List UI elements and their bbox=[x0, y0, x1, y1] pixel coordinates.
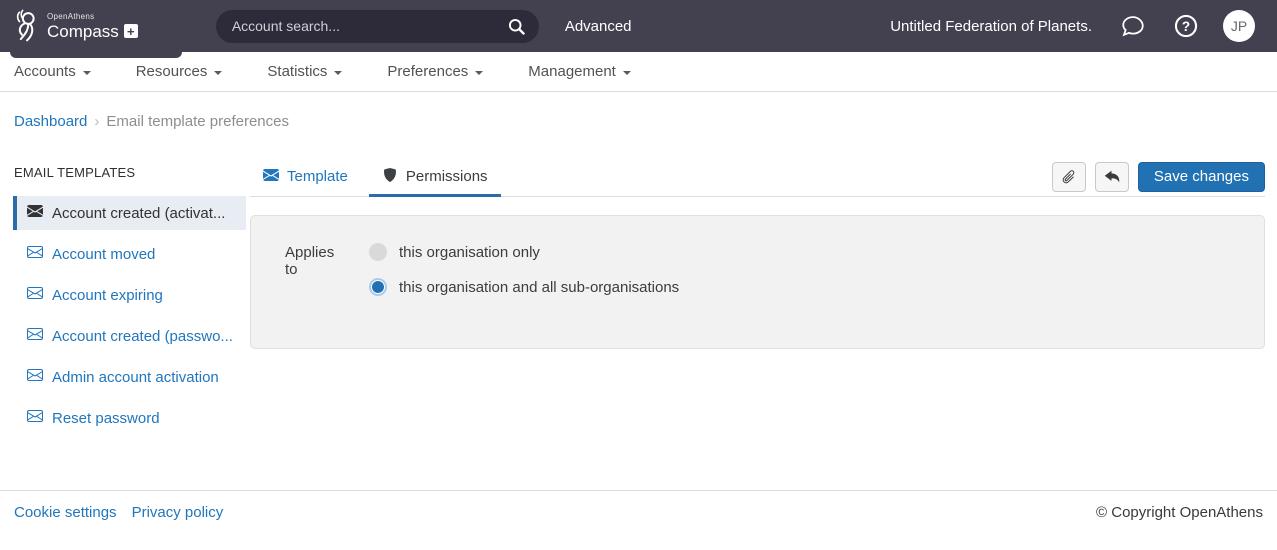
chevron-down-icon bbox=[334, 71, 342, 75]
menu-management-label: Management bbox=[528, 63, 616, 80]
option-organisation-and-sub-organisations[interactable]: this organisation and all sub-organisati… bbox=[369, 278, 679, 296]
sidebar-item-label: Account created (passwo... bbox=[52, 328, 233, 345]
envelope-icon bbox=[27, 244, 43, 264]
tab-permissions-label: Permissions bbox=[406, 168, 488, 185]
privacy-policy-link[interactable]: Privacy policy bbox=[132, 504, 224, 521]
tab-permissions[interactable]: Permissions bbox=[369, 157, 501, 196]
sidebar-item-reset-password[interactable]: Reset password bbox=[13, 401, 246, 435]
chevron-down-icon bbox=[214, 71, 222, 75]
feedback-chat-button[interactable] bbox=[1121, 14, 1145, 38]
account-search-input[interactable] bbox=[230, 17, 508, 35]
user-avatar[interactable]: JP bbox=[1223, 10, 1255, 42]
page-content: Dashboard › Email template preferences E… bbox=[0, 92, 1277, 490]
sidebar-item-account-created-password[interactable]: Account created (passwo... bbox=[13, 319, 246, 353]
undo-arrow-icon bbox=[1104, 169, 1120, 185]
breadcrumb-dashboard-link[interactable]: Dashboard bbox=[14, 113, 87, 130]
attachment-button[interactable] bbox=[1052, 162, 1086, 192]
sidebar-item-label: Admin account activation bbox=[52, 369, 219, 386]
navbar-right: Untitled Federation of Planets. ? JP bbox=[890, 10, 1277, 42]
page-footer: Cookie settings Privacy policy © Copyrig… bbox=[0, 490, 1277, 550]
advanced-search-link[interactable]: Advanced bbox=[565, 18, 632, 35]
sidebar-item-account-expiring[interactable]: Account expiring bbox=[13, 278, 246, 312]
brand-name-large: Compass bbox=[47, 23, 119, 40]
sidebar-item-admin-account-activation[interactable]: Admin account activation bbox=[13, 360, 246, 394]
envelope-icon bbox=[27, 367, 43, 387]
sidebar-item-label: Account created (activat... bbox=[52, 205, 225, 222]
sidebar-item-label: Account moved bbox=[52, 246, 155, 263]
chevron-down-icon bbox=[475, 71, 483, 75]
envelope-filled-icon bbox=[27, 203, 43, 223]
help-question-icon: ? bbox=[1174, 14, 1198, 38]
federation-name: Untitled Federation of Planets. bbox=[890, 18, 1092, 35]
sidebar-item-label: Reset password bbox=[52, 410, 160, 427]
email-templates-sidebar: EMAIL TEMPLATES Account created (activat… bbox=[0, 157, 246, 442]
menu-accounts[interactable]: Accounts bbox=[14, 63, 91, 80]
radio-organisation-and-sub-organisations[interactable] bbox=[369, 278, 387, 296]
toolbar: Save changes bbox=[1052, 162, 1265, 192]
menu-resources[interactable]: Resources bbox=[136, 63, 223, 80]
envelope-filled-icon bbox=[263, 167, 279, 187]
shield-icon bbox=[382, 167, 398, 187]
breadcrumb: Dashboard › Email template preferences bbox=[0, 92, 1277, 130]
chevron-down-icon bbox=[623, 71, 631, 75]
plus-badge-icon: + bbox=[124, 24, 138, 38]
menu-preferences-label: Preferences bbox=[387, 63, 468, 80]
search-icon[interactable] bbox=[508, 18, 525, 35]
radio-this-organisation-only bbox=[369, 243, 387, 261]
template-editor-main: Template Permissions bbox=[250, 157, 1265, 442]
sidebar-heading: EMAIL TEMPLATES bbox=[14, 165, 246, 180]
envelope-icon bbox=[27, 326, 43, 346]
brand-tab-notch bbox=[10, 52, 182, 58]
brand-logo[interactable]: OpenAthens Compass + bbox=[12, 8, 138, 44]
tab-template[interactable]: Template bbox=[250, 157, 361, 196]
option-this-organisation-only: this organisation only bbox=[369, 243, 679, 261]
permissions-panel: Applies to this organisation only this o… bbox=[250, 215, 1265, 349]
sidebar-item-account-created-activation[interactable]: Account created (activat... bbox=[13, 196, 246, 230]
copyright-text: © Copyright OpenAthens bbox=[1096, 504, 1263, 521]
brand-text: OpenAthens Compass + bbox=[47, 13, 138, 40]
chevron-down-icon bbox=[83, 71, 91, 75]
brand-name-small: OpenAthens bbox=[47, 13, 138, 21]
option-label: this organisation and all sub-organisati… bbox=[399, 279, 679, 296]
envelope-icon bbox=[27, 285, 43, 305]
cookie-settings-link[interactable]: Cookie settings bbox=[14, 504, 117, 521]
tabs-row: Template Permissions bbox=[250, 157, 1265, 197]
undo-button[interactable] bbox=[1095, 162, 1129, 192]
top-navbar: OpenAthens Compass + Advanced Untitled F… bbox=[0, 0, 1277, 52]
tab-template-label: Template bbox=[287, 168, 348, 185]
menu-statistics[interactable]: Statistics bbox=[267, 63, 342, 80]
svg-text:?: ? bbox=[1182, 19, 1190, 34]
main-menubar: Accounts Resources Statistics Preference… bbox=[0, 52, 1277, 92]
save-changes-button[interactable]: Save changes bbox=[1138, 162, 1265, 192]
menu-resources-label: Resources bbox=[136, 63, 208, 80]
option-label: this organisation only bbox=[399, 244, 540, 261]
paperclip-icon bbox=[1058, 165, 1081, 188]
sidebar-item-label: Account expiring bbox=[52, 287, 163, 304]
menu-accounts-label: Accounts bbox=[14, 63, 76, 80]
applies-to-label: Applies to bbox=[285, 243, 347, 296]
menu-statistics-label: Statistics bbox=[267, 63, 327, 80]
app-window: OpenAthens Compass + Advanced Untitled F… bbox=[0, 0, 1277, 550]
help-button[interactable]: ? bbox=[1174, 14, 1198, 38]
menu-management[interactable]: Management bbox=[528, 63, 631, 80]
sidebar-item-account-moved[interactable]: Account moved bbox=[13, 237, 246, 271]
envelope-icon bbox=[27, 408, 43, 428]
menu-preferences[interactable]: Preferences bbox=[387, 63, 483, 80]
openathens-logo-icon bbox=[12, 8, 42, 44]
account-search-box bbox=[216, 10, 539, 43]
chat-bubble-icon bbox=[1121, 14, 1145, 38]
breadcrumb-current-page: Email template preferences bbox=[106, 113, 289, 130]
breadcrumb-separator-icon: › bbox=[94, 113, 99, 130]
